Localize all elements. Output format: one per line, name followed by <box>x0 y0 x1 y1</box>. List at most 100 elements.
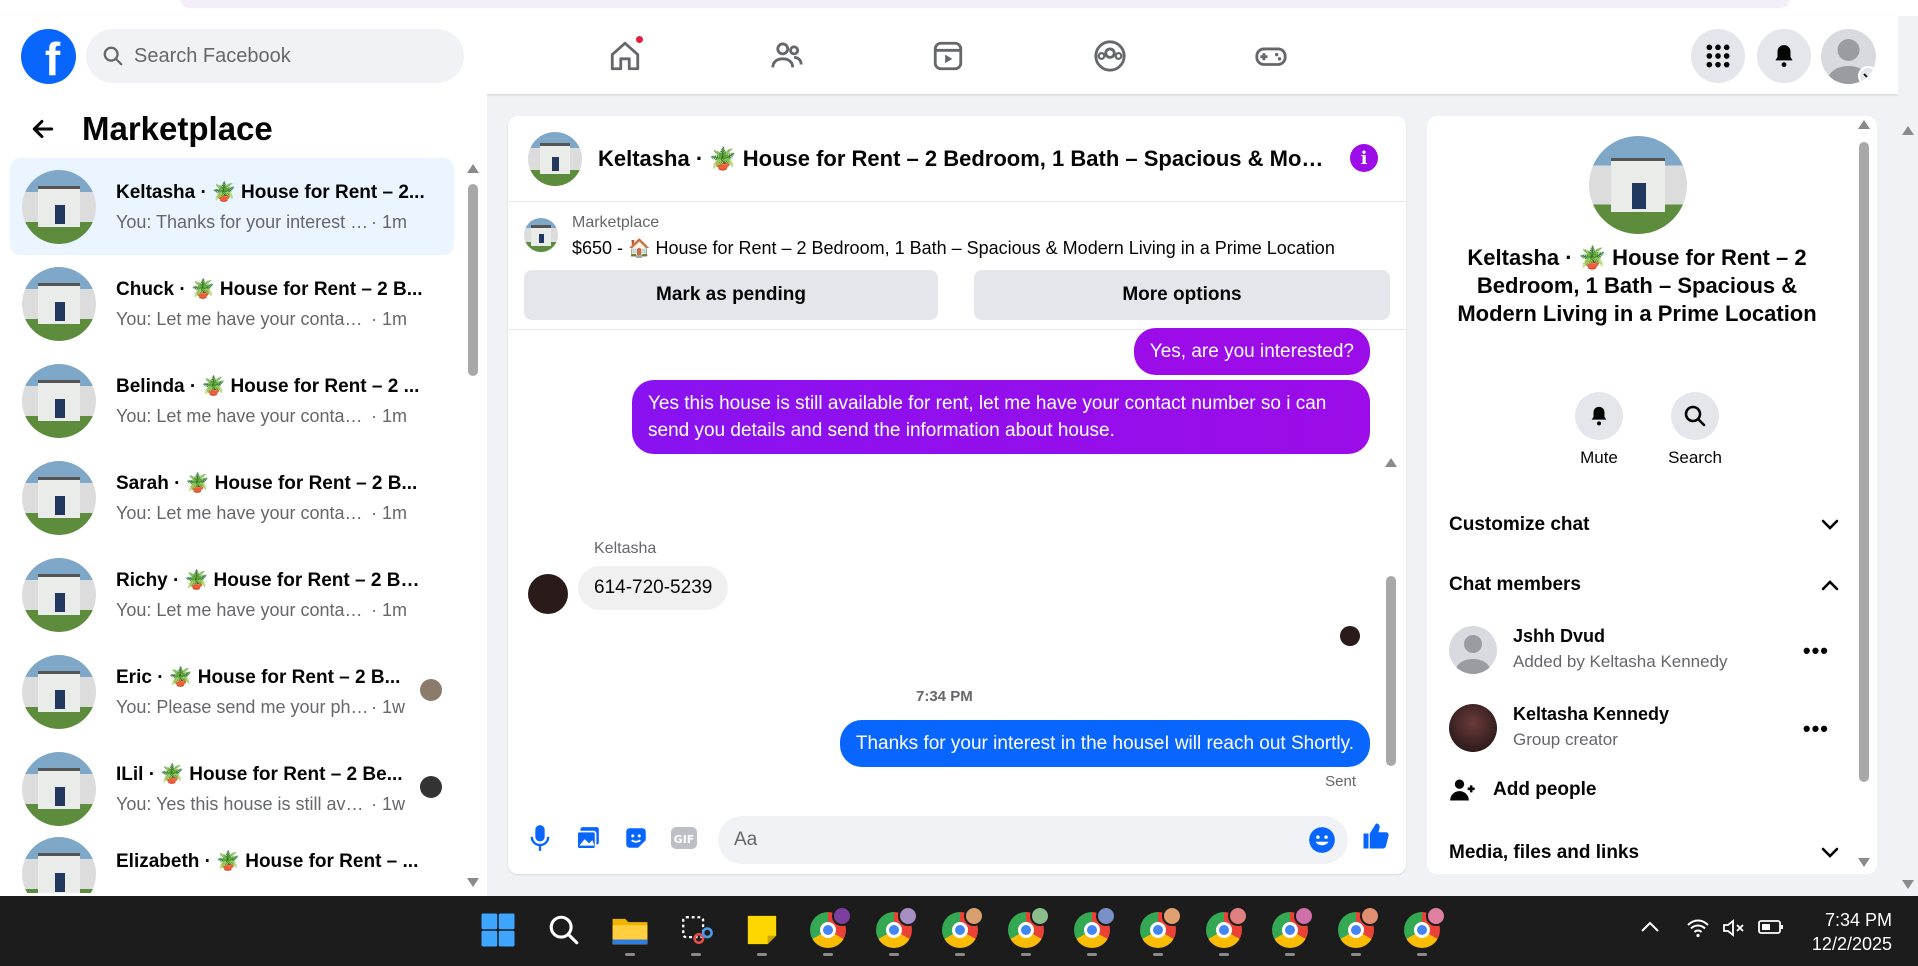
member-row[interactable]: Keltasha Kennedy Group creator ••• <box>1449 702 1839 758</box>
chevron-down-icon <box>1821 847 1839 858</box>
more-options-icon[interactable]: ••• <box>1803 716 1829 742</box>
search-action[interactable]: Search <box>1655 392 1735 468</box>
outgoing-message[interactable]: Thanks for your interest in the houseI w… <box>839 720 1370 767</box>
conversation-time: · 1w <box>371 794 406 814</box>
conversation-item[interactable]: Chuck · 🪴 House for Rent – 2 B... You: L… <box>10 255 454 352</box>
system-clock[interactable]: 7:34 PM 12/2/2025 <box>1812 908 1892 956</box>
mark-as-pending-button[interactable]: Mark as pending <box>524 270 938 320</box>
conversation-time: · 1w <box>371 697 406 717</box>
scroll-down-arrow[interactable] <box>1902 880 1914 889</box>
scrollbar-thumb[interactable] <box>1859 142 1869 782</box>
chrome-profile-icon[interactable] <box>806 906 852 956</box>
scroll-up-arrow[interactable] <box>467 164 479 173</box>
facebook-logo[interactable]: f <box>21 29 76 84</box>
member-avatar <box>1449 626 1497 674</box>
gif-icon[interactable]: GIF <box>670 824 698 852</box>
info-icon[interactable]: i <box>1350 144 1378 172</box>
chat-info-panel: Keltasha · 🪴 House for Rent – 2 Bedroom,… <box>1427 116 1877 874</box>
battery-icon[interactable] <box>1758 918 1784 941</box>
scrollbar-thumb[interactable] <box>1386 576 1396 766</box>
taskbar-search-icon[interactable] <box>542 908 586 952</box>
chrome-profile-icon[interactable] <box>1268 906 1314 956</box>
media-files-links-section[interactable]: Media, files and links <box>1449 842 1839 864</box>
windows-start-icon[interactable] <box>476 908 520 952</box>
scroll-up-arrow[interactable] <box>1385 458 1397 467</box>
chrome-profile-icon[interactable] <box>1334 906 1380 956</box>
home-nav-icon[interactable] <box>603 34 647 78</box>
search-box[interactable] <box>86 29 464 83</box>
outgoing-message[interactable]: Yes, are you interested? <box>1133 328 1370 375</box>
video-nav-icon[interactable] <box>926 34 970 78</box>
conversation-snippet: You: Let me have your contact nu... <box>116 406 371 426</box>
info-panel-scrollbar[interactable] <box>1857 116 1871 874</box>
chrome-profile-icon[interactable] <box>1400 906 1446 956</box>
search-input[interactable] <box>134 44 424 68</box>
thumbs-up-icon[interactable] <box>1360 820 1392 852</box>
more-options-button[interactable]: More options <box>974 270 1390 320</box>
conversation-item[interactable]: Sarah · 🪴 House for Rent – 2 B... You: L… <box>10 449 454 546</box>
listing-avatar <box>22 557 96 632</box>
chat-scrollbar[interactable] <box>1384 336 1398 786</box>
conversation-snippet: You: Yes this house is still availa... <box>116 794 371 814</box>
chat-members-section[interactable]: Chat members <box>1449 574 1839 596</box>
chrome-profile-icon[interactable] <box>1202 906 1248 956</box>
show-hidden-icons-chevron[interactable] <box>1640 918 1660 939</box>
message-input[interactable] <box>734 829 1274 851</box>
sent-status: Sent <box>1325 773 1356 790</box>
conversation-item[interactable]: ILil · 🪴 House for Rent – 2 Be... You: Y… <box>10 740 454 837</box>
sticky-notes-icon[interactable] <box>740 908 784 956</box>
wifi-icon[interactable] <box>1686 918 1710 943</box>
conversation-item[interactable]: Eric · 🪴 House for Rent – 2 B... You: Pl… <box>10 643 454 740</box>
sticker-icon[interactable] <box>622 824 650 852</box>
listing-thumbnail[interactable] <box>524 218 558 252</box>
chrome-profile-icon[interactable] <box>1136 906 1182 956</box>
chat-profile-avatar[interactable] <box>1589 136 1687 234</box>
emoji-icon[interactable] <box>1308 826 1336 854</box>
scrollbar-thumb[interactable] <box>468 184 478 376</box>
chrome-profile-icon[interactable] <box>938 906 984 956</box>
file-explorer-icon[interactable] <box>608 908 652 956</box>
add-people-button[interactable]: Add people <box>1449 776 1596 804</box>
customize-chat-section[interactable]: Customize chat <box>1449 514 1839 536</box>
page-scrollbar[interactable] <box>1898 16 1918 896</box>
more-options-icon[interactable]: ••• <box>1803 638 1829 664</box>
snipping-tool-icon[interactable] <box>674 908 718 956</box>
chrome-profile-icon[interactable] <box>1004 906 1050 956</box>
account-avatar[interactable] <box>1821 29 1876 84</box>
scroll-up-arrow[interactable] <box>1902 126 1914 135</box>
groups-nav-icon[interactable] <box>1088 34 1132 78</box>
chat-avatar[interactable] <box>528 131 582 186</box>
friends-nav-icon[interactable] <box>765 34 809 78</box>
photo-icon[interactable] <box>574 824 602 852</box>
notifications-button[interactable] <box>1757 29 1811 83</box>
back-arrow-icon[interactable] <box>30 116 56 142</box>
mute-action[interactable]: Mute <box>1559 392 1639 468</box>
chrome-profile-icon[interactable] <box>872 906 918 956</box>
member-row[interactable]: Jshh Dvud Added by Keltasha Kennedy ••• <box>1449 624 1839 680</box>
listing-label: Marketplace <box>572 214 660 231</box>
scroll-down-arrow[interactable] <box>467 878 479 887</box>
message-input-box[interactable] <box>718 816 1348 864</box>
conversation-name: Elizabeth · 🪴 House for Rent – ... <box>116 851 419 872</box>
gaming-nav-icon[interactable] <box>1249 34 1293 78</box>
conversation-item[interactable]: Richy · 🪴 House for Rent – 2 Be... You: … <box>10 546 454 643</box>
message-composer: GIF <box>508 804 1406 874</box>
microphone-icon[interactable] <box>526 824 554 852</box>
listing-price-title[interactable]: $650 - 🏠 House for Rent – 2 Bedroom, 1 B… <box>572 238 1335 259</box>
outgoing-message[interactable]: Yes this house is still available for re… <box>632 380 1370 454</box>
grid-icon <box>1706 44 1730 68</box>
conversation-item[interactable]: Keltasha · 🪴 House for Rent – 2... You: … <box>10 158 454 255</box>
scroll-up-arrow[interactable] <box>1858 120 1870 129</box>
chrome-profile-icon[interactable] <box>1070 906 1116 956</box>
conversation-item[interactable]: Belinda · 🪴 House for Rent – 2 ... You: … <box>10 352 454 449</box>
conversation-scrollbar[interactable] <box>467 164 479 887</box>
incoming-message[interactable]: 614-720-5239 <box>578 566 729 610</box>
sender-avatar[interactable] <box>528 574 568 614</box>
conversation-name: Sarah · 🪴 House for Rent – 2 B... <box>116 473 418 494</box>
volume-muted-icon[interactable] <box>1722 918 1746 943</box>
chat-title[interactable]: Keltasha · 🪴 House for Rent – 2 Bedroom,… <box>598 146 1328 172</box>
menu-grid-button[interactable] <box>1691 29 1745 83</box>
conversation-item[interactable]: Elizabeth · 🪴 House for Rent – ... <box>10 837 454 893</box>
conversation-name: Keltasha · 🪴 House for Rent – 2... <box>116 182 425 203</box>
scroll-down-arrow[interactable] <box>1858 858 1870 867</box>
